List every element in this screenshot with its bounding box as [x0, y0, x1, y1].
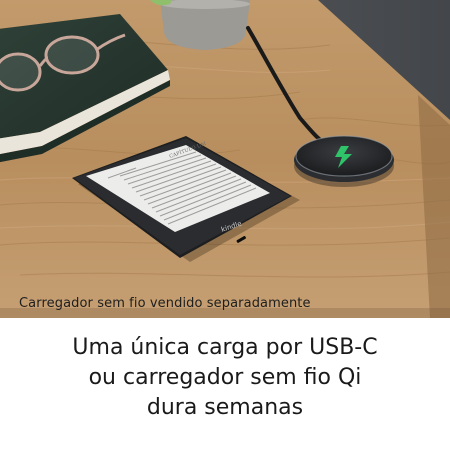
headline-line-1: Uma única carga por USB-C	[72, 335, 378, 360]
headline: Uma única carga por USB-C ou carregador …	[0, 333, 450, 423]
product-image-card: CAPÍTULO UM kindle Carregador sem fio ve…	[0, 0, 450, 450]
wireless-charger	[294, 135, 394, 187]
image-caption: Carregador sem fio vendido separadamente	[19, 296, 311, 311]
headline-line-3: dura semanas	[146, 395, 304, 420]
headline-line-2: ou carregador sem fio Qi	[88, 365, 362, 390]
product-photo: CAPÍTULO UM kindle	[0, 0, 450, 318]
